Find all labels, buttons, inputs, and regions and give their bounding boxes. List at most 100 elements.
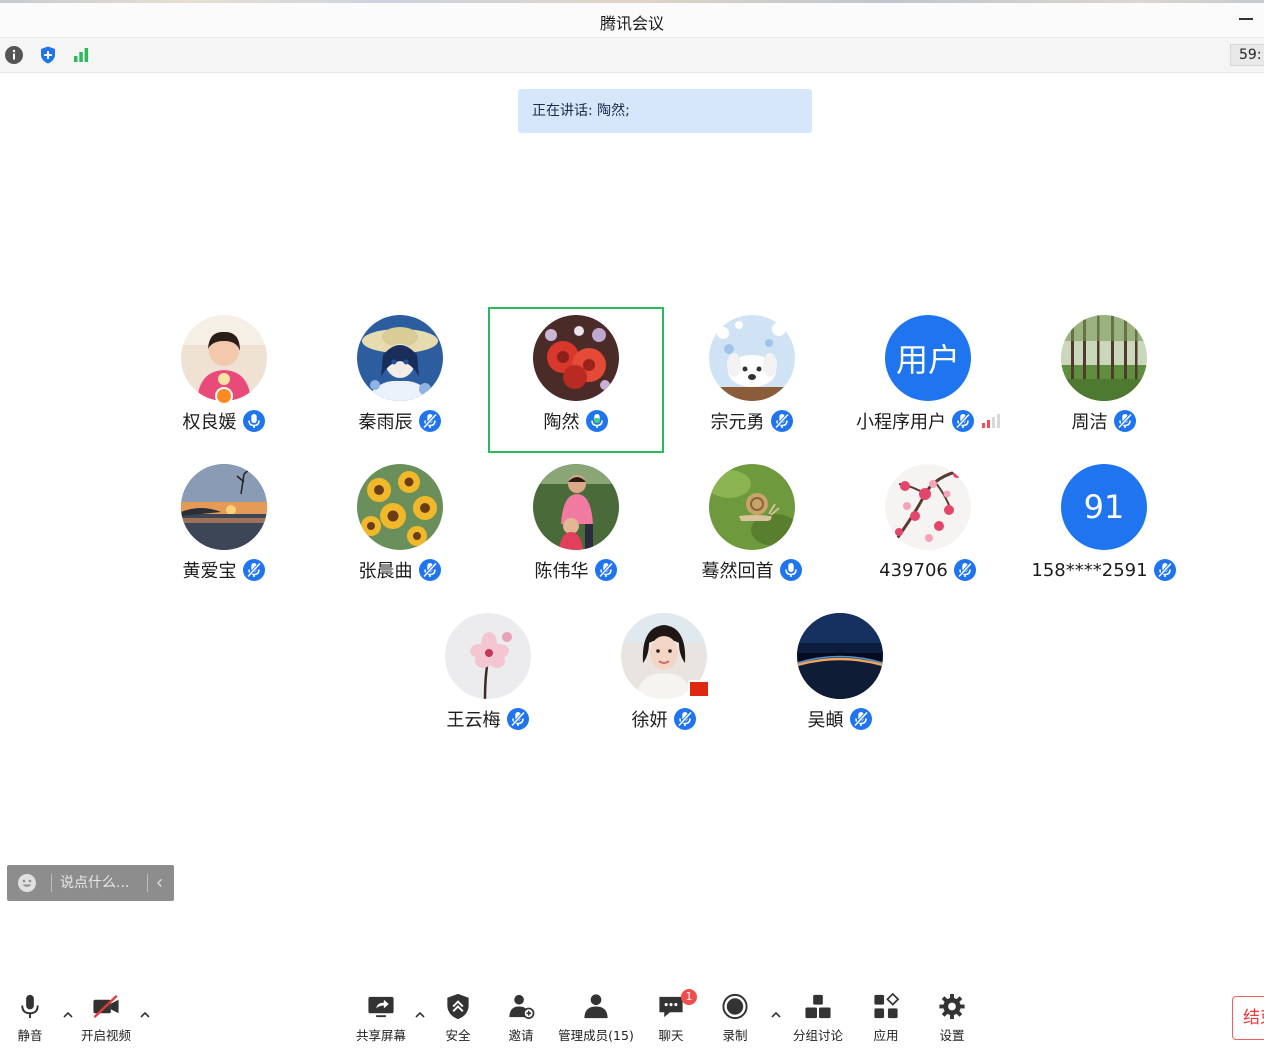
security-status-button[interactable] [36, 44, 60, 66]
active-speaker-banner: 正在讲话: 陶然; [518, 89, 812, 133]
gear-icon [939, 993, 965, 1020]
flag-icon [688, 680, 710, 698]
participant-avatar [533, 315, 619, 401]
collapse-chat-button[interactable] [155, 874, 165, 897]
apps-button[interactable]: 应用 [868, 992, 904, 1044]
participant-avatar [885, 464, 971, 550]
chat-divider [147, 874, 148, 892]
invite-button[interactable]: 邀请 [503, 992, 539, 1044]
settings-button[interactable]: 设置 [934, 992, 970, 1044]
mic-muted-icon[interactable] [849, 707, 873, 731]
chevron-up-icon [63, 1011, 73, 1018]
participant-nameline: 小程序用户 [840, 408, 1016, 434]
participant-tile[interactable]: 徐妍 [576, 605, 752, 751]
video-off-icon [93, 994, 119, 1019]
breakout-label: 分组讨论 [792, 1028, 843, 1043]
participant-tile[interactable]: 权良媛 [136, 307, 312, 453]
end-meeting-button[interactable]: 结束 [1232, 996, 1264, 1040]
mic-muted-icon[interactable] [594, 558, 618, 582]
meeting-toolbar: 静音 开启视频 共享屏幕 安全 邀请 管理成员(15) 1 聊天 录制 分组讨论… [0, 984, 1264, 1049]
participant-tile[interactable]: 陶然 [488, 307, 664, 453]
video-options-caret[interactable] [138, 1008, 152, 1022]
participant-nameline: 158****2591 [1016, 557, 1192, 583]
participant-name: 权良媛 [182, 412, 237, 433]
participant-nameline: 张晨曲 [312, 557, 488, 583]
participant-name: 陶然 [543, 412, 580, 433]
record-icon [722, 993, 748, 1020]
mute-button[interactable]: 静音 [12, 992, 48, 1044]
mic-muted-icon[interactable] [951, 409, 975, 433]
participant-tile[interactable]: 吴頔 [752, 605, 928, 751]
participant-name: 黄爱宝 [182, 561, 237, 582]
security-shield-icon [447, 993, 469, 1020]
share-options-caret[interactable] [413, 1008, 427, 1022]
participant-tile[interactable]: 439706 [840, 456, 1016, 602]
participant-nameline: 陶然 [490, 408, 662, 434]
participant-avatar: 用户 [885, 315, 971, 401]
mic-muted-icon[interactable] [1153, 558, 1177, 582]
participant-nameline: 439706 [840, 557, 1016, 583]
participant-tile[interactable]: 陈伟华 [488, 456, 664, 602]
record-button[interactable]: 录制 [717, 992, 753, 1044]
start-video-button[interactable]: 开启视频 [78, 992, 134, 1044]
mic-muted-icon[interactable] [953, 558, 977, 582]
minimize-button[interactable] [1238, 10, 1254, 26]
participant-name: 158****2591 [1031, 559, 1148, 581]
add-user-icon [509, 994, 535, 1019]
participant-avatar [1061, 315, 1147, 401]
participant-nameline: 蓦然回首 [664, 557, 840, 583]
participant-tile[interactable]: 张晨曲 [312, 456, 488, 602]
mic-muted-icon[interactable] [1113, 409, 1137, 433]
microphone-icon[interactable] [585, 409, 609, 433]
mic-muted-icon[interactable] [770, 409, 794, 433]
participant-nameline: 徐妍 [576, 706, 752, 732]
mic-muted-icon[interactable] [242, 558, 266, 582]
record-label: 录制 [722, 1028, 748, 1043]
quick-chat-input[interactable]: 说点什么... [7, 865, 174, 901]
meeting-timer: 59: [1230, 44, 1264, 66]
weak-signal-icon [982, 414, 1000, 428]
participant-name: 小程序用户 [856, 412, 946, 433]
info-icon [5, 46, 23, 64]
microphone-icon[interactable] [242, 409, 266, 433]
share-screen-button[interactable]: 共享屏幕 [352, 992, 410, 1044]
network-status-button[interactable] [69, 44, 93, 66]
settings-label: 设置 [939, 1028, 965, 1043]
breakout-rooms-button[interactable]: 分组讨论 [790, 992, 846, 1044]
window-title: 腾讯会议 [599, 14, 664, 33]
apps-grid-icon [874, 992, 900, 1019]
mic-muted-icon[interactable] [506, 707, 530, 731]
microphone-icon[interactable] [779, 558, 803, 582]
participant-avatar [709, 464, 795, 550]
participant-tile[interactable]: 秦雨辰 [312, 307, 488, 453]
mic-muted-icon[interactable] [418, 409, 442, 433]
participant-tile[interactable]: 周洁 [1016, 307, 1192, 453]
participant-tile[interactable]: 宗元勇 [664, 307, 840, 453]
meeting-info-button[interactable] [2, 44, 26, 66]
participant-avatar: 91 [1061, 464, 1147, 550]
mic-muted-icon[interactable] [673, 707, 697, 731]
participant-avatar [357, 464, 443, 550]
participant-name: 秦雨辰 [358, 412, 413, 433]
record-options-caret[interactable] [769, 1008, 783, 1022]
chat-placeholder: 说点什么... [60, 875, 130, 891]
participant-avatar [533, 464, 619, 550]
security-label: 安全 [445, 1028, 471, 1043]
participant-nameline: 黄爱宝 [136, 557, 312, 583]
manage-members-button[interactable]: 管理成员(15) [556, 992, 636, 1044]
signal-bars-icon [74, 48, 89, 62]
participant-tile[interactable]: 91 158****2591 [1016, 456, 1192, 602]
chat-button[interactable]: 1 聊天 [653, 989, 697, 1044]
emoji-icon[interactable] [17, 873, 37, 893]
participant-tile[interactable]: 王云梅 [400, 605, 576, 751]
audio-options-caret[interactable] [61, 1008, 75, 1022]
participant-tile[interactable]: 黄爱宝 [136, 456, 312, 602]
participant-name: 周洁 [1071, 412, 1108, 433]
participant-name: 宗元勇 [710, 412, 765, 433]
participant-tile[interactable]: 用户小程序用户 [840, 307, 1016, 453]
mic-muted-icon[interactable] [418, 558, 442, 582]
security-button[interactable]: 安全 [440, 992, 476, 1044]
members-icon [584, 994, 608, 1019]
participant-tile[interactable]: 蓦然回首 [664, 456, 840, 602]
meeting-info-bar: 59: [0, 38, 1264, 73]
